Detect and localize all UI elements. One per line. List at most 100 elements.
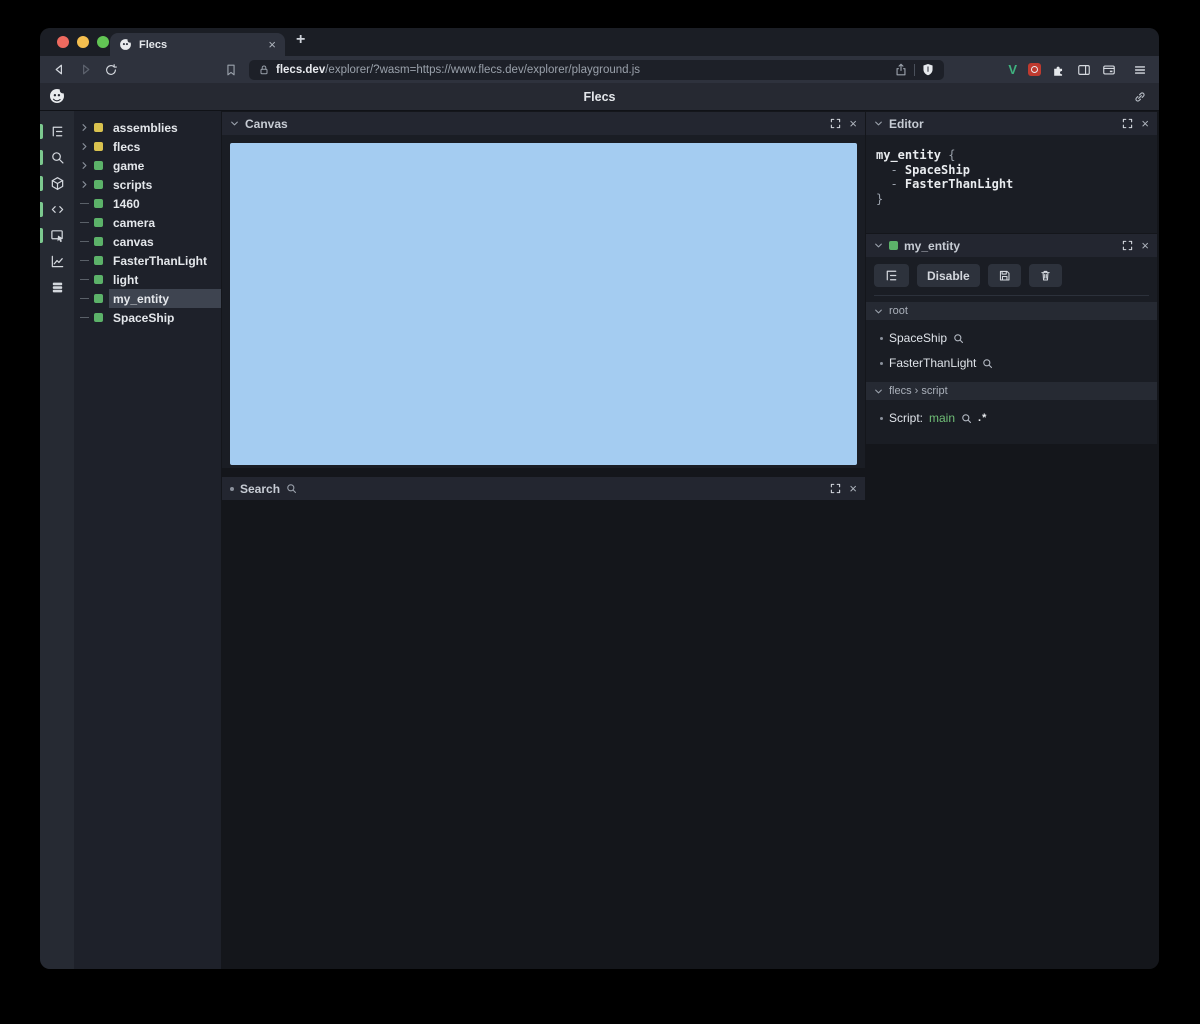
disable-button[interactable]: Disable [917, 264, 980, 287]
flecs-favicon-icon [119, 38, 132, 51]
save-button[interactable] [987, 264, 1021, 287]
rail-tree-view-button[interactable] [40, 119, 74, 144]
expand-icon[interactable] [830, 483, 841, 494]
panel-title: Search [240, 481, 281, 496]
tree-item-label: canvas [113, 234, 154, 249]
tree-item-label: FasterThanLight [113, 253, 208, 268]
expand-icon[interactable] [830, 118, 841, 129]
tree-item-game[interactable]: game [74, 156, 221, 175]
rail-inspector-button[interactable] [40, 223, 74, 248]
close-window-button[interactable] [57, 36, 69, 48]
extension-badge-icon[interactable] [1028, 63, 1041, 76]
canvas-panel: Canvas × [222, 112, 865, 468]
close-icon[interactable]: × [849, 482, 857, 495]
reload-button[interactable] [104, 63, 118, 77]
tab-close-icon[interactable]: × [268, 38, 276, 51]
tree-item-1460[interactable]: 1460 [74, 194, 221, 213]
delete-button[interactable] [1028, 264, 1062, 287]
search-icon[interactable] [961, 413, 972, 424]
tree-item-FasterThanLight[interactable]: FasterThanLight [74, 251, 221, 270]
menu-icon[interactable] [1133, 63, 1147, 77]
tree-item-label: 1460 [113, 196, 140, 211]
browser-window: Flecs × + flecs.dev/explorer/?wasm=https… [40, 28, 1159, 969]
share-link-icon[interactable] [1133, 90, 1147, 104]
tree-item-SpaceShip[interactable]: SpaceShip [74, 308, 221, 327]
tree-item-label: scripts [113, 177, 153, 192]
new-tab-button[interactable]: + [296, 31, 305, 49]
entity-kind-square [94, 313, 103, 322]
minimize-window-button[interactable] [77, 36, 89, 48]
rail-code-button[interactable] [40, 197, 74, 222]
leaf-dash [80, 317, 94, 318]
section-title: root [889, 305, 908, 317]
sidebar-toggle-icon[interactable] [1077, 63, 1091, 77]
tree-item-light[interactable]: light [74, 270, 221, 289]
section-header-root[interactable]: root [866, 302, 1157, 320]
rail-entities-button[interactable] [40, 171, 74, 196]
section-header-flecs-script[interactable]: flecs › script [866, 382, 1157, 400]
tree-item-my_entity[interactable]: my_entity [74, 289, 221, 308]
tree-item-scripts[interactable]: scripts [74, 175, 221, 194]
tree-item-flecs[interactable]: flecs [74, 137, 221, 156]
brave-shield-icon[interactable] [921, 63, 935, 77]
browser-tab[interactable]: Flecs × [110, 33, 285, 56]
chevron-down-icon [874, 387, 883, 396]
search-panel: Search × [222, 477, 865, 501]
rail-query-button[interactable] [40, 145, 74, 170]
script-code-editor[interactable]: my_entity { - SpaceShip - FasterThanLigh… [866, 135, 1157, 219]
chevron-right-icon[interactable] [80, 123, 94, 132]
list-tree-icon [884, 268, 899, 283]
vue-devtools-icon[interactable]: V [1008, 62, 1017, 77]
tree-toggle-button[interactable] [874, 264, 909, 287]
search-icon [286, 483, 297, 494]
component-label: main [929, 411, 956, 425]
close-icon[interactable]: × [1141, 117, 1149, 130]
tree-item-label: game [113, 158, 145, 173]
chevron-right-icon[interactable] [80, 142, 94, 151]
back-button[interactable] [52, 62, 67, 77]
search-icon[interactable] [953, 333, 964, 344]
close-icon[interactable]: × [849, 117, 857, 130]
app-header: Flecs [40, 83, 1159, 111]
bookmark-icon[interactable] [224, 63, 238, 77]
url-domain: flecs.dev [276, 63, 326, 76]
expand-icon[interactable] [1122, 240, 1133, 251]
expand-icon[interactable] [1122, 118, 1133, 129]
entity-kind-square [94, 237, 103, 246]
section-title: flecs › script [889, 385, 948, 397]
forward-button[interactable] [78, 62, 93, 77]
rail-commands-button[interactable] [40, 275, 74, 300]
inspector-sections: root SpaceShip FasterThanLight flecs › scri… [866, 302, 1157, 425]
chevron-right-icon[interactable] [80, 161, 94, 170]
tree-item-label: light [113, 272, 139, 287]
tree-item-canvas[interactable]: canvas [74, 232, 221, 251]
regex-icon[interactable]: .* [978, 412, 987, 424]
app-body: assemblies flecs game scripts 1460 camera canv… [40, 111, 1159, 969]
tree-item-camera[interactable]: camera [74, 213, 221, 232]
collapse-chevron-icon[interactable] [874, 241, 883, 250]
rail-statistics-button[interactable] [40, 249, 74, 274]
extensions-puzzle-icon[interactable] [1052, 63, 1066, 77]
entity-kind-square [94, 294, 103, 303]
leaf-dash [80, 298, 94, 299]
chevron-right-icon[interactable] [80, 180, 94, 189]
collapse-chevron-icon[interactable] [230, 119, 239, 128]
floppy-icon [998, 269, 1011, 282]
active-indicator [40, 150, 43, 165]
collapsed-dot-icon[interactable] [230, 486, 234, 491]
share-icon[interactable] [894, 63, 908, 77]
window-controls [57, 36, 109, 48]
tab-title: Flecs [139, 38, 168, 51]
bullet [880, 336, 883, 340]
entity-kind-square [94, 161, 103, 170]
inspector-toolbar: Disable [866, 257, 1157, 295]
flecs-logo-icon[interactable] [48, 87, 66, 105]
wallet-icon[interactable] [1102, 63, 1116, 77]
zoom-window-button[interactable] [97, 36, 109, 48]
address-bar[interactable]: flecs.dev/explorer/?wasm=https://www.fle… [249, 59, 944, 80]
render-canvas[interactable] [230, 143, 857, 465]
collapse-chevron-icon[interactable] [874, 119, 883, 128]
search-icon[interactable] [982, 358, 993, 369]
tree-item-assemblies[interactable]: assemblies [74, 118, 221, 137]
close-icon[interactable]: × [1141, 239, 1149, 252]
